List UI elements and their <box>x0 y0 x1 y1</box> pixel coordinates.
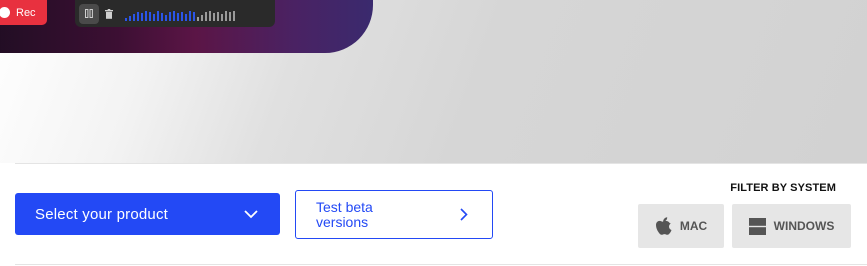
audio-level-bar <box>189 10 191 21</box>
pause-button[interactable] <box>79 3 99 24</box>
audio-level-bar <box>165 14 167 21</box>
pause-icon <box>85 9 93 18</box>
audio-level-bar <box>209 10 211 21</box>
audio-level-bar <box>161 12 163 21</box>
audio-level-bar <box>133 13 135 21</box>
chevron-right-icon <box>460 208 468 221</box>
audio-level-bar <box>205 11 207 21</box>
audio-level-bar <box>229 11 231 21</box>
filter-windows-button[interactable]: WINDOWS <box>732 204 851 248</box>
filter-mac-label: MAC <box>679 219 708 233</box>
bottom-divider <box>15 264 867 265</box>
apple-icon <box>655 216 672 235</box>
audio-level-bar <box>225 10 227 21</box>
audio-level-bar <box>185 13 187 21</box>
trash-icon <box>105 8 113 19</box>
audio-level-bar <box>177 12 179 21</box>
recorder-toolbar <box>75 0 275 27</box>
audio-level-bar <box>153 13 155 21</box>
audio-level-bar <box>181 11 183 21</box>
select-product-label: Select your product <box>35 205 169 223</box>
delete-button[interactable] <box>99 4 119 24</box>
filter-title: FILTER BY SYSTEM <box>730 182 836 194</box>
audio-level-bar <box>137 11 139 21</box>
audio-level-bar <box>145 10 147 21</box>
hero-banner: Rec <box>0 0 867 163</box>
select-product-dropdown[interactable]: Select your product <box>15 193 280 235</box>
record-label: Rec <box>16 6 36 19</box>
test-beta-label: Test beta versions <box>316 198 373 230</box>
audio-level-bar <box>149 11 151 21</box>
audio-level-bar <box>193 11 195 21</box>
audio-level-bar <box>157 10 159 21</box>
audio-level-bar <box>125 17 127 21</box>
top-divider <box>15 163 867 164</box>
windows-icon <box>748 217 766 235</box>
chevron-down-icon <box>244 209 258 218</box>
filter-mac-button[interactable]: MAC <box>638 204 724 248</box>
record-button[interactable]: Rec <box>0 0 47 25</box>
test-beta-button[interactable]: Test beta versions <box>295 190 493 239</box>
filter-windows-label: WINDOWS <box>773 219 835 233</box>
audio-level-bar <box>201 14 203 21</box>
audio-level-meter <box>125 7 235 21</box>
audio-level-bar <box>173 10 175 21</box>
audio-level-bar <box>233 10 235 21</box>
audio-level-bar <box>197 16 199 21</box>
audio-level-bar <box>129 15 131 21</box>
audio-level-bar <box>221 13 223 21</box>
record-dot-icon <box>0 7 10 18</box>
audio-level-bar <box>169 11 171 21</box>
audio-level-bar <box>141 12 143 21</box>
audio-level-bar <box>213 12 215 21</box>
audio-level-bar <box>217 11 219 21</box>
